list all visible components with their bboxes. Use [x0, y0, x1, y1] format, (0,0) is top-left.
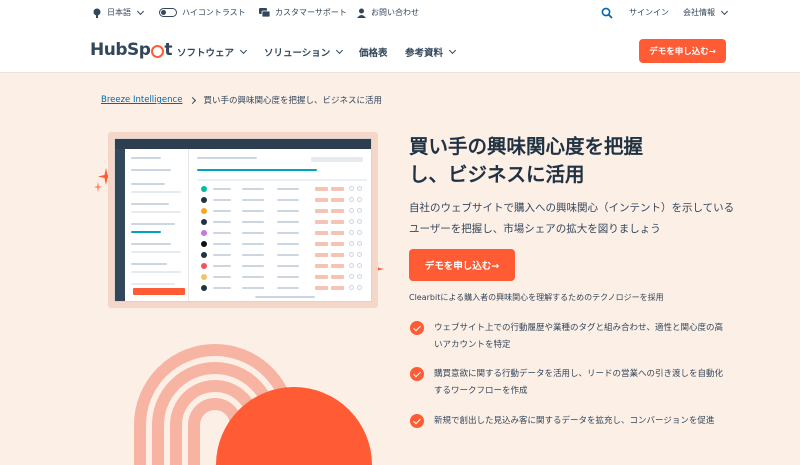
search-icon: [601, 7, 613, 19]
contact-link[interactable]: お問い合わせ: [357, 7, 419, 18]
company-label: 会社情報: [683, 8, 715, 17]
chevron-down-icon: [336, 46, 344, 55]
page-title-line-1: 買い手の興味関心度を把握: [409, 135, 644, 158]
breadcrumb-current: 買い手の興味関心度を把握し、ビジネスに活用: [203, 96, 382, 106]
feature-bullet: 購買意欲に関する行動データを活用し、リードの営業への引き渡しを自動化するワークフ…: [410, 366, 730, 400]
support-link[interactable]: カスタマーサポート: [259, 7, 347, 18]
chevron-right-icon: [189, 96, 197, 104]
nav-demo-label: デモを申し込む→: [649, 47, 716, 57]
nav-pricing[interactable]: 価格表: [359, 45, 388, 59]
check-icon: [410, 367, 424, 381]
feature-bullet-text: 購買意欲に関する行動データを活用し、リードの営業への引き渡しを自動化するワークフ…: [434, 369, 724, 396]
globe-icon: [93, 8, 101, 18]
nav-pricing-label: 価格表: [359, 48, 388, 59]
nav-software-label: ソフトウェア: [177, 48, 235, 59]
high-contrast-label: ハイコントラスト: [182, 8, 246, 17]
check-icon: [410, 414, 424, 428]
clearbit-note: Clearbitによる購入者の興味関心を理解するためのテクノロジーを採用: [409, 293, 664, 302]
nav-software[interactable]: ソフトウェア: [177, 45, 248, 59]
chevron-down-icon: [720, 7, 729, 15]
hero-demo-button[interactable]: デモを申し込む→: [409, 249, 515, 281]
chevron-down-icon: [448, 46, 457, 55]
hero-description: 自社のウェブサイトで購入への興味関心（インテント）を示しているユーザーを把握し、…: [409, 202, 735, 235]
nav-solutions[interactable]: ソリューション: [264, 45, 344, 59]
feature-bullet: 新規で創出した見込み客に関するデータを拡充し、コンバージョンを促進: [410, 413, 730, 430]
hero-demo-label: デモを申し込む→: [424, 261, 500, 272]
app-topbar: [115, 139, 371, 149]
nav-solutions-label: ソリューション: [264, 48, 331, 59]
language-selector[interactable]: 日本語: [92, 7, 145, 18]
sprocket-icon: [151, 44, 165, 58]
feature-bullet-text: ウェブサイト上での行動履歴や業種のタグと組み合わせ、適性と関心度の高いアカウント…: [434, 323, 724, 350]
page-title: 買い手の興味関心度を把握 し、ビジネスに活用: [409, 133, 729, 189]
breadcrumb: Breeze Intelligence 買い手の興味関心度を把握し、ビジネスに活…: [101, 94, 382, 106]
company-menu[interactable]: 会社情報: [683, 7, 729, 18]
toggle-icon[interactable]: [159, 8, 177, 17]
signin-label: サインイン: [629, 8, 669, 17]
nav-resources[interactable]: 参考資料: [405, 45, 457, 59]
nav-demo-button[interactable]: デモを申し込む→: [639, 39, 726, 63]
language-label: 日本語: [107, 8, 131, 17]
page-title-line-2: し、ビジネスに活用: [409, 163, 585, 186]
app-side-rail: [115, 149, 125, 301]
search-button[interactable]: [601, 7, 613, 19]
person-icon: [357, 8, 366, 18]
logo-text-start: HubSp: [90, 40, 151, 60]
signin-link[interactable]: サインイン: [629, 7, 669, 18]
contact-label: お問い合わせ: [371, 8, 419, 17]
check-icon: [410, 321, 424, 335]
app-filter-panel: [125, 149, 189, 301]
nav-resources-label: 参考資料: [405, 48, 444, 59]
feature-bullet-text: 新規で創出した見込み客に関するデータを拡充し、コンバージョンを促進: [434, 416, 715, 426]
logo-text-end: t: [164, 40, 173, 60]
main-nav: HubSp t ソフトウェア ソリューション 価格表 参考資料 デモを申し込む→: [0, 28, 800, 73]
support-label: カスタマーサポート: [275, 8, 347, 17]
breadcrumb-parent-link[interactable]: Breeze Intelligence: [101, 95, 182, 105]
utility-bar: 日本語 ハイコントラスト カスタマーサポート お問い合わせ サインイン 会社情報: [0, 0, 800, 28]
decorative-arches: [134, 344, 372, 465]
feature-bullet: ウェブサイト上での行動履歴や業種のタグと組み合わせ、適性と関心度の高いアカウント…: [410, 320, 730, 354]
hubspot-logo[interactable]: HubSp t: [90, 40, 173, 60]
chevron-down-icon: [239, 46, 248, 55]
high-contrast-toggle[interactable]: ハイコントラスト: [159, 7, 246, 18]
chevron-down-icon: [136, 7, 145, 15]
chat-icon: [259, 7, 270, 17]
product-screenshot: [114, 138, 372, 302]
